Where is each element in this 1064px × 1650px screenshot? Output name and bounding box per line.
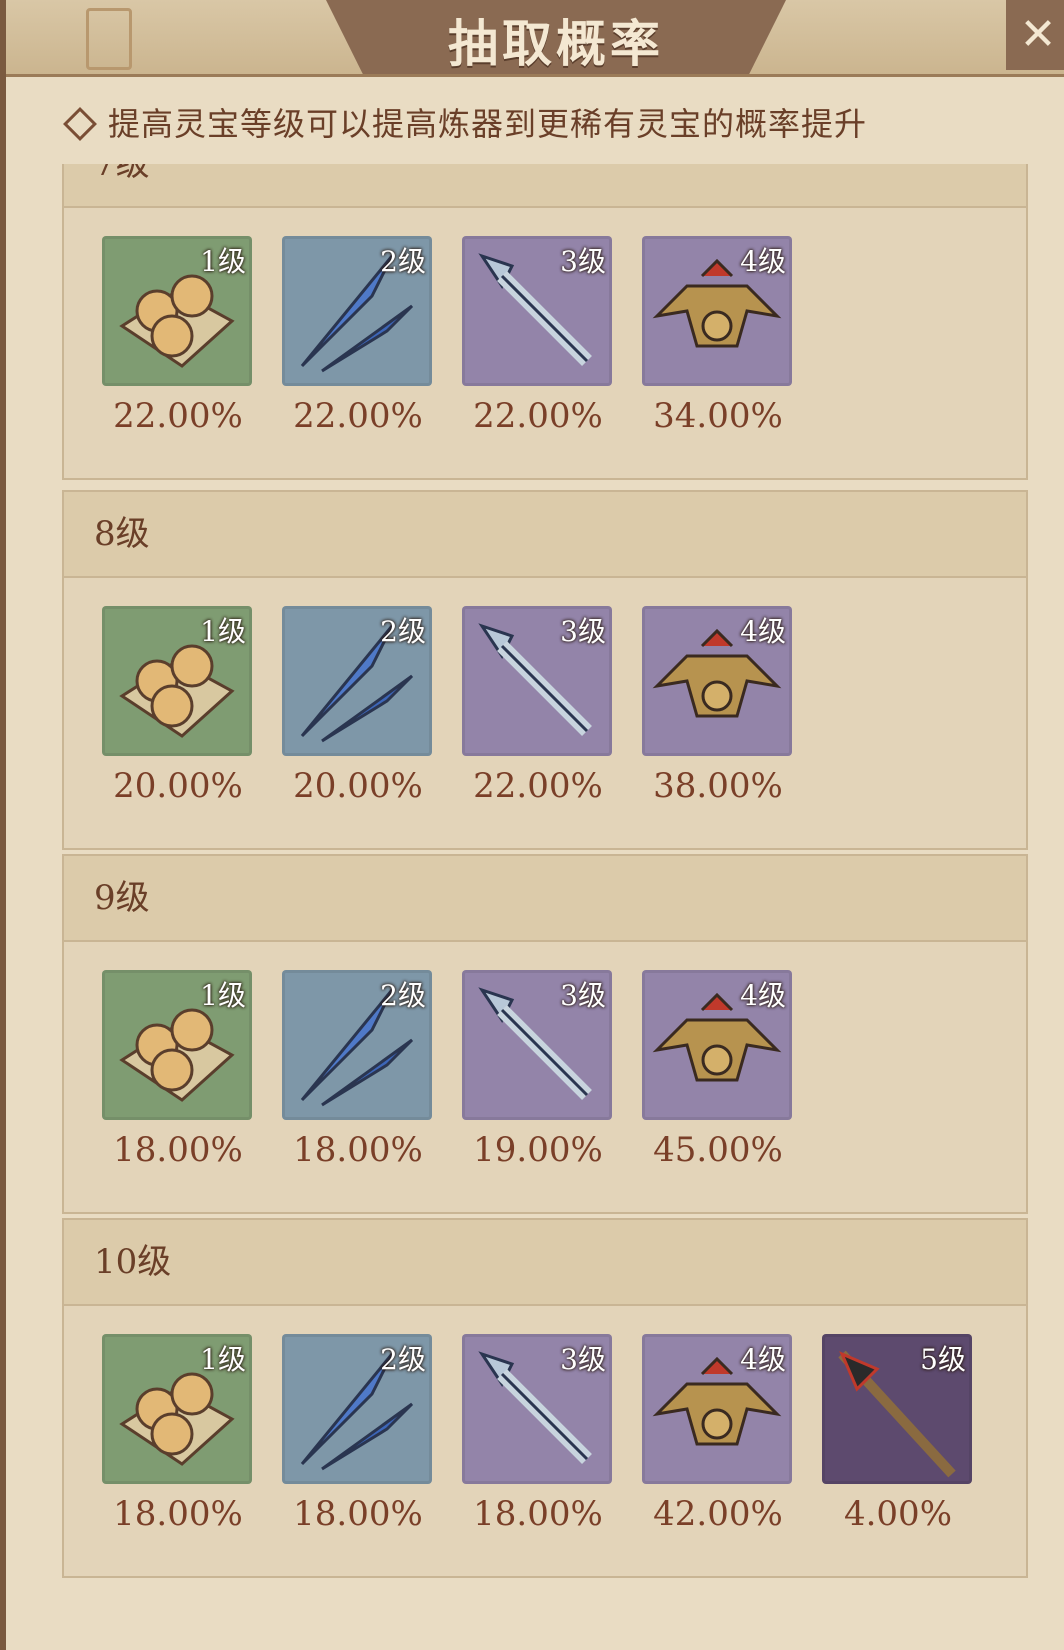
item-level-badge: 1级	[200, 245, 246, 278]
ornament-icon	[86, 8, 132, 70]
item-level-badge: 2级	[380, 979, 426, 1012]
item-card[interactable]: 1级 18.00%	[102, 970, 254, 1170]
item-tile[interactable]: 4级	[642, 1334, 792, 1484]
item-tile[interactable]: 3级	[462, 1334, 612, 1484]
item-card[interactable]: 3级 18.00%	[462, 1334, 614, 1534]
item-probability: 22.00%	[293, 396, 423, 436]
item-card[interactable]: 1级 18.00%	[102, 1334, 254, 1534]
item-card[interactable]: 3级 22.00%	[462, 236, 614, 436]
dialog-frame: 抽取概率 ✕ 提高灵宝等级可以提高炼器到更稀有灵宝的概率提升 7级 1级 22.00…	[0, 0, 1064, 1650]
item-card[interactable]: 4级 38.00%	[642, 606, 794, 806]
item-card[interactable]: 2级 18.00%	[282, 1334, 434, 1534]
item-tile[interactable]: 5级	[822, 1334, 972, 1484]
item-level-badge: 2级	[380, 1343, 426, 1376]
title-bar: 抽取概率 ✕	[6, 0, 1064, 77]
item-level-badge: 3级	[560, 979, 606, 1012]
item-probability: 45.00%	[653, 1130, 783, 1170]
item-card[interactable]: 4级 34.00%	[642, 236, 794, 436]
item-probability: 20.00%	[113, 766, 243, 806]
item-card[interactable]: 3级 19.00%	[462, 970, 614, 1170]
item-row: 1级 22.00% 2级 22.00% 3级 22.00% 4级 34.00%	[64, 208, 1026, 478]
item-probability: 22.00%	[473, 766, 603, 806]
item-probability: 22.00%	[473, 396, 603, 436]
item-level-badge: 4级	[740, 979, 786, 1012]
item-tile[interactable]: 3级	[462, 970, 612, 1120]
item-tile[interactable]: 2级	[282, 236, 432, 386]
item-probability: 18.00%	[113, 1130, 243, 1170]
item-card[interactable]: 2级 22.00%	[282, 236, 434, 436]
item-row: 1级 18.00% 2级 18.00% 3级 18.00% 4级 42.00% 5级 4.00%	[64, 1306, 1026, 1576]
probability-list[interactable]: 7级 1级 22.00% 2级 22.00% 3级 22.00% 4级 34.00% 8级 1级 20…	[62, 164, 1032, 1650]
item-probability: 22.00%	[113, 396, 243, 436]
item-tile[interactable]: 1级	[102, 1334, 252, 1484]
level-section: 7级 1级 22.00% 2级 22.00% 3级 22.00% 4级 34.00%	[62, 164, 1028, 480]
section-title: 9级	[64, 856, 1026, 942]
level-section: 8级 1级 20.00% 2级 20.00% 3级 22.00% 4级 38.00%	[62, 490, 1028, 850]
item-level-badge: 4级	[740, 245, 786, 278]
item-level-badge: 3级	[560, 245, 606, 278]
item-tile[interactable]: 3级	[462, 236, 612, 386]
item-tile[interactable]: 4级	[642, 970, 792, 1120]
item-card[interactable]: 4级 42.00%	[642, 1334, 794, 1534]
item-level-badge: 4级	[740, 1343, 786, 1376]
item-tile[interactable]: 2级	[282, 970, 432, 1120]
item-probability: 42.00%	[653, 1494, 783, 1534]
item-level-badge: 1级	[200, 615, 246, 648]
title-banner: 抽取概率	[326, 0, 786, 74]
section-title: 7级	[64, 164, 1026, 208]
item-tile[interactable]: 2级	[282, 606, 432, 756]
item-probability: 20.00%	[293, 766, 423, 806]
item-tile[interactable]: 4级	[642, 236, 792, 386]
item-level-badge: 3级	[560, 615, 606, 648]
item-row: 1级 20.00% 2级 20.00% 3级 22.00% 4级 38.00%	[64, 578, 1026, 848]
item-card[interactable]: 5级 4.00%	[822, 1334, 974, 1534]
item-card[interactable]: 2级 20.00%	[282, 606, 434, 806]
item-level-badge: 3级	[560, 1343, 606, 1376]
item-level-badge: 1级	[200, 979, 246, 1012]
item-tile[interactable]: 1级	[102, 606, 252, 756]
item-probability: 34.00%	[653, 396, 783, 436]
item-card[interactable]: 1级 20.00%	[102, 606, 254, 806]
item-level-badge: 2级	[380, 615, 426, 648]
item-card[interactable]: 3级 22.00%	[462, 606, 614, 806]
diamond-bullet-icon	[63, 106, 97, 141]
item-tile[interactable]: 1级	[102, 970, 252, 1120]
item-card[interactable]: 2级 18.00%	[282, 970, 434, 1170]
page-title: 抽取概率	[448, 14, 664, 73]
item-level-badge: 4级	[740, 615, 786, 648]
item-level-badge: 2级	[380, 245, 426, 278]
item-tile[interactable]: 2级	[282, 1334, 432, 1484]
item-tile[interactable]: 4级	[642, 606, 792, 756]
item-level-badge: 1级	[200, 1343, 246, 1376]
level-section: 10级 1级 18.00% 2级 18.00% 3级 18.00% 4级 42.00% 5级 4.0…	[62, 1218, 1028, 1578]
close-icon: ✕	[1019, 9, 1057, 60]
item-probability: 38.00%	[653, 766, 783, 806]
item-probability: 19.00%	[473, 1130, 603, 1170]
item-probability: 18.00%	[293, 1130, 423, 1170]
item-tile[interactable]: 1级	[102, 236, 252, 386]
item-row: 1级 18.00% 2级 18.00% 3级 19.00% 4级 45.00%	[64, 942, 1026, 1212]
section-title: 8级	[64, 492, 1026, 578]
level-section: 9级 1级 18.00% 2级 18.00% 3级 19.00% 4级 45.00%	[62, 854, 1028, 1214]
item-probability: 18.00%	[293, 1494, 423, 1534]
item-tile[interactable]: 3级	[462, 606, 612, 756]
section-title: 10级	[64, 1220, 1026, 1306]
close-button[interactable]: ✕	[1006, 0, 1064, 70]
tip-text: 提高灵宝等级可以提高炼器到更稀有灵宝的概率提升	[108, 105, 868, 143]
item-probability: 18.00%	[473, 1494, 603, 1534]
item-card[interactable]: 1级 22.00%	[102, 236, 254, 436]
item-level-badge: 5级	[920, 1343, 966, 1376]
item-probability: 18.00%	[113, 1494, 243, 1534]
item-card[interactable]: 4级 45.00%	[642, 970, 794, 1170]
tip-text-row: 提高灵宝等级可以提高炼器到更稀有灵宝的概率提升	[63, 102, 868, 146]
item-probability: 4.00%	[843, 1494, 952, 1534]
